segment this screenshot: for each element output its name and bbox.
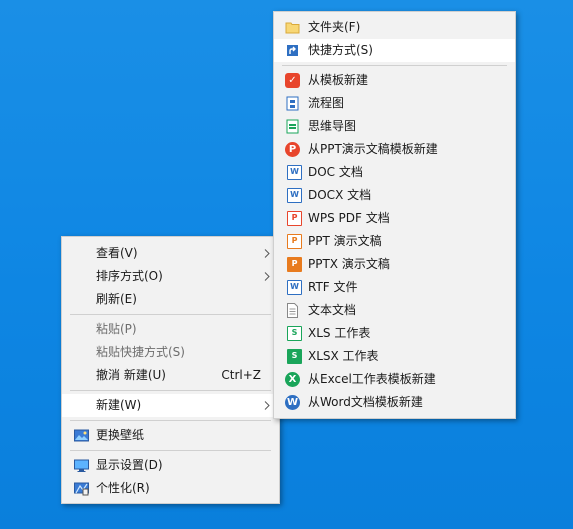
menu-item-change-wallpaper[interactable]: 更换壁纸 [62,424,279,447]
word-template-icon: W [285,395,300,410]
menu-item-label: 查看(V) [96,246,138,260]
menu-item-label: 从模板新建 [308,73,369,87]
new-submenu: 文件夹(F) 快捷方式(S) ✓ 从模板新建 流程图 思维导图 P 从PPT演示… [273,11,516,419]
menu-item-label: 流程图 [308,96,345,110]
submenu-item-xls[interactable]: S XLS 工作表 [274,322,515,345]
text-document-icon [287,303,298,318]
submenu-item-rtf[interactable]: W RTF 文件 [274,276,515,299]
chevron-right-icon [264,249,270,258]
shortcut-icon [287,45,298,56]
menu-item-label: 更换壁纸 [96,428,145,442]
menu-separator [70,314,271,315]
menu-item-label: 新建(W) [96,398,142,412]
submenu-item-mindmap[interactable]: 思维导图 [274,115,515,138]
menu-item-label: DOCX 文档 [308,188,372,202]
menu-item-label: 文件夹(F) [308,20,361,34]
wallpaper-icon [74,429,89,442]
menu-separator [70,390,271,391]
menu-separator [70,420,271,421]
submenu-item-flowchart[interactable]: 流程图 [274,92,515,115]
menu-item-undo-new[interactable]: 撤消 新建(U) Ctrl+Z [62,364,279,387]
ppt-icon: P [287,234,302,249]
template-icon: ✓ [285,73,300,88]
display-icon [74,459,89,472]
submenu-item-ppt[interactable]: P PPT 演示文稿 [274,230,515,253]
menu-item-label: 个性化(R) [96,481,150,495]
folder-icon [285,22,300,34]
mindmap-icon [286,119,299,134]
pptx-icon: P [287,257,302,272]
submenu-item-pptx[interactable]: P PPTX 演示文稿 [274,253,515,276]
menu-item-label: 显示设置(D) [96,458,163,472]
submenu-item-from-template[interactable]: ✓ 从模板新建 [274,69,515,92]
menu-item-personalize[interactable]: 个性化(R) [62,477,279,500]
pdf-icon: P [287,211,302,226]
desktop-context-menu: 查看(V) 排序方式(O) 刷新(E) 粘贴(P) 粘贴快捷方式(S) 撤消 新… [61,236,280,504]
submenu-item-xlsx[interactable]: S XLSX 工作表 [274,345,515,368]
submenu-item-ppt-template[interactable]: P 从PPT演示文稿模板新建 [274,138,515,161]
menu-item-label: DOC 文档 [308,165,363,179]
menu-item-label: RTF 文件 [308,280,358,294]
submenu-item-excel-template[interactable]: X 从Excel工作表模板新建 [274,368,515,391]
submenu-item-docx[interactable]: W DOCX 文档 [274,184,515,207]
menu-item-label: 刷新(E) [96,292,137,306]
submenu-item-word-template[interactable]: W 从Word文档模板新建 [274,391,515,414]
chevron-right-icon [264,401,270,410]
menu-item-label: XLSX 工作表 [308,349,379,363]
submenu-item-shortcut[interactable]: 快捷方式(S) [274,39,515,62]
menu-item-label: 从PPT演示文稿模板新建 [308,142,438,156]
excel-template-icon: X [285,372,300,387]
menu-item-label: XLS 工作表 [308,326,371,340]
menu-item-label: 撤消 新建(U) [96,368,166,382]
submenu-item-doc[interactable]: W DOC 文档 [274,161,515,184]
xlsx-icon: S [287,349,302,364]
menu-item-label: 思维导图 [308,119,357,133]
menu-item-label: 文本文档 [308,303,357,317]
menu-item-view[interactable]: 查看(V) [62,242,279,265]
submenu-item-text-document[interactable]: 文本文档 [274,299,515,322]
shortcut-text: Ctrl+Z [221,368,261,382]
personalize-icon [74,482,89,496]
menu-item-label: PPTX 演示文稿 [308,257,390,271]
menu-item-paste-shortcut[interactable]: 粘贴快捷方式(S) [62,341,279,364]
menu-separator [70,450,271,451]
menu-separator [282,65,507,66]
ppt-template-icon: P [285,142,300,157]
flowchart-icon [286,96,299,111]
menu-item-new[interactable]: 新建(W) [62,394,279,417]
chevron-right-icon [264,272,270,281]
menu-item-label: WPS PDF 文档 [308,211,390,225]
menu-item-refresh[interactable]: 刷新(E) [62,288,279,311]
docx-icon: W [287,188,302,203]
submenu-item-folder[interactable]: 文件夹(F) [274,16,515,39]
menu-item-label: 从Word文档模板新建 [308,395,423,409]
menu-item-label: 粘贴(P) [96,322,137,336]
xls-icon: S [287,326,302,341]
menu-item-display-settings[interactable]: 显示设置(D) [62,454,279,477]
menu-item-paste[interactable]: 粘贴(P) [62,318,279,341]
menu-item-label: 排序方式(O) [96,269,163,283]
menu-item-label: 快捷方式(S) [308,43,373,57]
menu-item-label: 粘贴快捷方式(S) [96,345,185,359]
menu-item-sort-by[interactable]: 排序方式(O) [62,265,279,288]
doc-icon: W [287,165,302,180]
rtf-icon: W [287,280,302,295]
menu-item-label: 从Excel工作表模板新建 [308,372,436,386]
submenu-item-wps-pdf[interactable]: P WPS PDF 文档 [274,207,515,230]
menu-item-label: PPT 演示文稿 [308,234,382,248]
